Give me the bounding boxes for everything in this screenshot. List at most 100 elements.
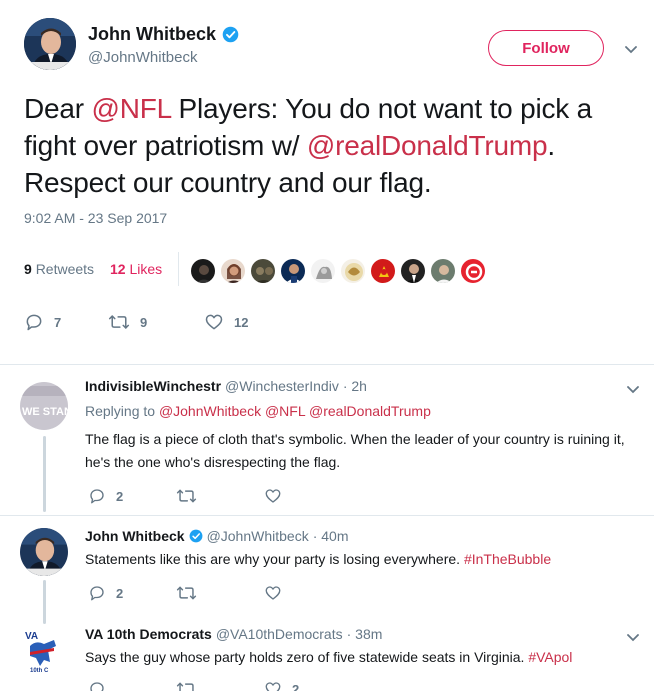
section-divider: [0, 515, 654, 516]
reply-header: John Whitbeck @JohnWhitbeck · 40m: [85, 528, 349, 544]
retweets-stat[interactable]: 9 Retweets: [24, 261, 94, 277]
chevron-down-icon[interactable]: [626, 630, 640, 644]
reply-author-handle[interactable]: @JohnWhitbeck: [207, 528, 309, 544]
retweet-count: 9: [140, 314, 148, 330]
reply-avatar[interactable]: WE STAND: [20, 382, 68, 430]
retweet-button[interactable]: [176, 584, 264, 602]
like-button[interactable]: [264, 487, 352, 505]
reply-button[interactable]: 7: [24, 312, 108, 332]
heart-icon: [264, 584, 282, 602]
liker-avatar[interactable]: [220, 258, 246, 284]
avatar-text: WE STAND: [22, 406, 68, 418]
tweet-header: John Whitbeck @JohnWhitbeck Follow: [24, 18, 637, 78]
author-avatar[interactable]: [24, 18, 76, 70]
liker-avatar[interactable]: [280, 258, 306, 284]
chevron-down-icon[interactable]: [624, 42, 638, 56]
reply-time[interactable]: · 38m: [347, 626, 383, 642]
thread-connector: [43, 436, 46, 512]
likers-avatars: [190, 258, 486, 284]
reply-count: 2: [116, 585, 124, 601]
verified-badge-icon: [222, 26, 239, 43]
retweets-label: Retweets: [35, 261, 95, 277]
author-name-row[interactable]: John Whitbeck: [88, 24, 239, 45]
reply-text: The flag is a piece of cloth that's symb…: [85, 431, 625, 470]
retweets-count: 9: [24, 261, 32, 277]
retweet-icon: [176, 680, 197, 691]
reply-count: 7: [54, 314, 62, 330]
tweet-timestamp[interactable]: 9:02 AM - 23 Sep 2017: [24, 210, 167, 226]
liker-avatar[interactable]: [400, 258, 426, 284]
heart-icon: [204, 312, 224, 332]
likes-count: 12: [110, 261, 126, 277]
section-divider: [0, 364, 654, 365]
reply-text-body: Says the guy whose party holds zero of f…: [85, 649, 529, 665]
reply-actions: 2: [88, 584, 352, 602]
reply-header: IndivisibleWinchestr @WinchesterIndiv · …: [85, 378, 367, 394]
reply-icon: [88, 487, 106, 505]
follow-button[interactable]: Follow: [488, 30, 604, 66]
replying-to-label: Replying to: [85, 403, 156, 419]
author-names: John Whitbeck @JohnWhitbeck: [88, 24, 239, 66]
reply-button[interactable]: [88, 680, 176, 691]
liker-avatar[interactable]: [460, 258, 486, 284]
reply-avatar[interactable]: VA 10th C: [20, 626, 68, 674]
reply-author-name[interactable]: VA 10th Democrats: [85, 626, 212, 642]
mention-link[interactable]: @NFL: [91, 93, 171, 124]
heart-icon: [264, 487, 282, 505]
reply-header: VA 10th Democrats @VA10thDemocrats · 38m: [85, 626, 382, 642]
reply-button[interactable]: 2: [88, 584, 176, 602]
liker-avatar[interactable]: [430, 258, 456, 284]
like-button[interactable]: [264, 584, 352, 602]
retweet-button[interactable]: [176, 487, 264, 505]
liker-avatar[interactable]: [340, 258, 366, 284]
tweet-text: Dear @NFL Players: You do not want to pi…: [24, 90, 644, 201]
reply-time[interactable]: · 2h: [343, 378, 367, 394]
liker-avatar[interactable]: [250, 258, 276, 284]
like-button[interactable]: 2: [264, 680, 352, 691]
like-count: 2: [292, 681, 300, 691]
liker-avatar[interactable]: [190, 258, 216, 284]
reply-text: Says the guy whose party holds zero of f…: [85, 646, 625, 669]
reply-actions: 2: [88, 680, 352, 691]
heart-icon: [264, 680, 282, 691]
retweet-icon: [108, 312, 130, 332]
reply-tweet[interactable]: WE STAND IndivisibleWinchestr @Wincheste…: [0, 370, 654, 512]
reply-icon: [24, 312, 44, 332]
like-button[interactable]: 12: [204, 312, 288, 332]
liker-avatar[interactable]: [310, 258, 336, 284]
reply-tweet[interactable]: John Whitbeck @JohnWhitbeck · 40m Statem…: [0, 518, 654, 624]
reply-icon: [88, 584, 106, 602]
reply-button[interactable]: 2: [88, 487, 176, 505]
hashtag-link[interactable]: #VApol: [528, 649, 572, 665]
likes-stat[interactable]: 12 Likes: [110, 261, 162, 277]
author-handle[interactable]: @JohnWhitbeck: [88, 49, 239, 66]
author-name[interactable]: John Whitbeck: [88, 24, 216, 45]
likes-label: Likes: [129, 261, 163, 277]
reply-author-name[interactable]: John Whitbeck: [85, 528, 185, 544]
reply-count: 2: [116, 488, 124, 504]
chevron-down-icon[interactable]: [626, 382, 640, 396]
replying-to-mentions[interactable]: @JohnWhitbeck @NFL @realDonaldTrump: [159, 403, 431, 419]
reply-avatar[interactable]: [20, 528, 68, 576]
replying-to: Replying to @JohnWhitbeck @NFL @realDona…: [85, 403, 431, 419]
tweet-text-part: Dear: [24, 93, 92, 124]
reply-time[interactable]: · 40m: [313, 528, 349, 544]
verified-badge-icon: [189, 529, 203, 543]
hashtag-link[interactable]: #InTheBubble: [464, 551, 551, 567]
mention-link[interactable]: @realDonaldTrump: [307, 130, 548, 161]
liker-avatar[interactable]: [370, 258, 396, 284]
avatar-text: VA: [25, 631, 38, 642]
reply-text: Statements like this are why your party …: [85, 548, 625, 571]
stats-divider: [178, 252, 179, 286]
retweet-button[interactable]: [176, 680, 264, 691]
reply-tweet[interactable]: VA 10th C VA 10th Democrats @VA10thDemoc…: [0, 618, 654, 691]
reply-actions: 2: [88, 487, 352, 505]
reply-author-name[interactable]: IndivisibleWinchestr: [85, 378, 221, 394]
reply-author-handle[interactable]: @WinchesterIndiv: [225, 378, 339, 394]
tweet-stats: 9 Retweets 12 Likes: [24, 248, 634, 292]
retweet-icon: [176, 584, 197, 602]
retweet-icon: [176, 487, 197, 505]
reply-author-handle[interactable]: @VA10thDemocrats: [216, 626, 343, 642]
retweet-button[interactable]: 9: [108, 312, 204, 332]
avatar-text: 10th C: [30, 668, 49, 674]
